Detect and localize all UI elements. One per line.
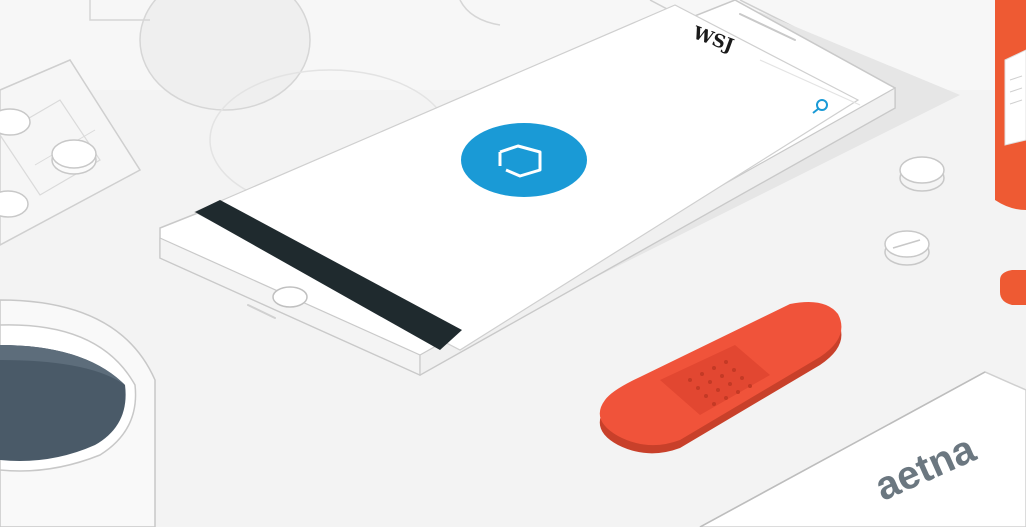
app-logo-icon: [461, 123, 587, 197]
illustration-scene: WSJ aetna: [0, 0, 1026, 527]
home-button: [272, 286, 308, 308]
